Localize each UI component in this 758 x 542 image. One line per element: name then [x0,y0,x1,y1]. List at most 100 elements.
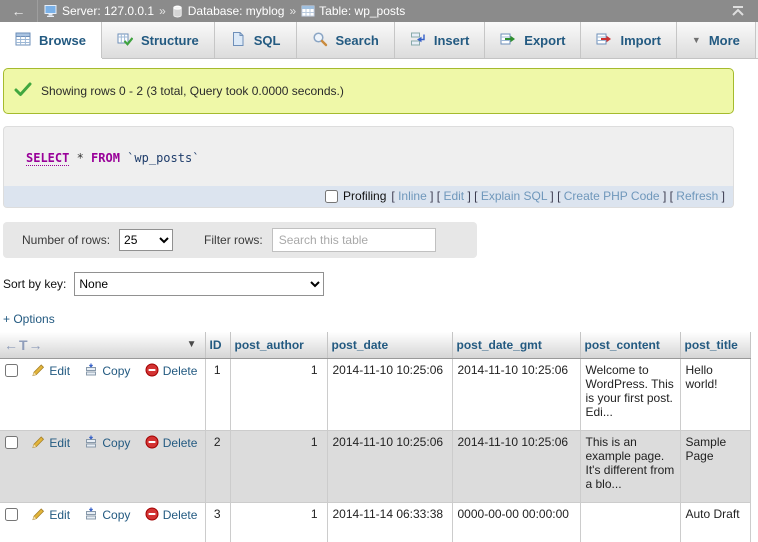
header-actions: ←T→ ▼ [0,332,205,359]
edit-link[interactable]: Edit [31,507,70,522]
profiling-link-edit[interactable]: Edit [443,189,464,203]
table-header-row: ←T→ ▼ ID post_author post_date post_date… [0,332,750,359]
table-row: Edit Copy Delete 3 1 2014-11-14 06:33:38… [0,503,750,542]
edit-link[interactable]: Edit [31,363,70,378]
sql-star: * [69,151,91,165]
tab-import[interactable]: Import [581,22,676,58]
row-order-arrows[interactable]: ←T→ [4,337,44,353]
profiling-link-refresh[interactable]: Refresh [676,189,718,203]
row-checkbox[interactable] [5,508,18,521]
tab-more[interactable]: ▼ More [677,22,756,58]
tab-sql[interactable]: SQL [215,22,297,58]
sql-query-box: SELECT * FROM `wp_posts` Profiling [ Inl… [3,126,734,208]
rows-filter-bar: Number of rows: 25 Filter rows: [3,222,477,258]
cell-post-author: 1 [230,431,327,503]
profiling-checkbox[interactable] [325,190,338,203]
breadcrumb-database[interactable]: Database: myblog [171,4,285,18]
tab-insert[interactable]: Insert [395,22,485,58]
bracket: ] [718,189,725,203]
breadcrumb-separator: » [289,4,296,18]
filter-rows-input[interactable] [272,228,436,252]
cell-post-content: Welcome to WordPress. This is your first… [580,359,680,431]
tab-export[interactable]: Export [485,22,581,58]
tab-browse[interactable]: Browse [0,22,102,58]
cell-id: 1 [205,359,230,431]
header-post-author[interactable]: post_author [230,332,327,359]
header-post-date-gmt[interactable]: post_date_gmt [452,332,580,359]
page-size-select[interactable]: 25 [119,229,173,251]
number-of-rows-label: Number of rows: [22,233,110,247]
pencil-icon [31,363,45,378]
tab-import-label: Import [620,33,660,48]
insert-icon [410,31,426,50]
table-icon [301,4,315,18]
profiling-link-explain-sql[interactable]: Explain SQL [481,189,547,203]
results-table: ←T→ ▼ ID post_author post_date post_date… [0,332,751,542]
tab-sql-label: SQL [254,33,281,48]
header-post-title[interactable]: post_title [680,332,750,359]
delete-icon [145,363,159,378]
sort-dropdown-icon[interactable]: ▼ [187,339,197,350]
cell-post-content: This is an example page. It's different … [580,431,680,503]
breadcrumb-table[interactable]: Table: wp_posts [301,4,405,18]
cell-post-date: 2014-11-10 10:25:06 [327,359,452,431]
collapse-icon[interactable] [730,5,746,17]
delete-link[interactable]: Delete [145,363,198,378]
status-message-text: Showing rows 0 - 2 (3 total, Query took … [41,84,344,98]
query-toolbar: Profiling [ Inline ] [ Edit ] [ Explain … [4,186,733,207]
copy-link[interactable]: Copy [84,507,130,522]
bracket: ] [464,189,471,203]
delete-link[interactable]: Delete [145,507,198,522]
tab-structure[interactable]: Structure [102,22,215,58]
tab-browse-label: Browse [39,33,86,48]
sql-keyword-select: SELECT [26,151,69,166]
profiling-link-create-php-code[interactable]: Create PHP Code [564,189,660,203]
sort-by-key-label: Sort by key: [3,277,66,291]
sql-icon [230,31,246,50]
back-arrow-button[interactable]: ← [0,0,38,22]
cell-post-date: 2014-11-10 10:25:06 [327,431,452,503]
tab-search-label: Search [336,33,379,48]
browse-icon [15,31,31,50]
cell-id: 2 [205,431,230,503]
breadcrumb-server[interactable]: Server: 127.0.0.1 [44,4,154,18]
copy-icon [84,435,98,450]
cell-post-date: 2014-11-14 06:33:38 [327,503,452,542]
bracket: [ [554,189,564,203]
bracket: [ [471,189,481,203]
profiling-link-inline[interactable]: Inline [398,189,427,203]
import-icon [596,31,612,50]
copy-icon [84,507,98,522]
delete-link[interactable]: Delete [145,435,198,450]
sort-key-select[interactable]: None [74,272,324,296]
export-icon [500,31,516,50]
sql-keyword-from: FROM [91,151,120,165]
profiling-label: Profiling [343,189,386,203]
breadcrumb-separator: » [159,4,166,18]
status-message: Showing rows 0 - 2 (3 total, Query took … [3,68,734,114]
structure-icon [117,31,133,50]
row-checkbox[interactable] [5,436,18,449]
pencil-icon [31,435,45,450]
cell-post-title: Auto Draft [680,503,750,542]
header-id[interactable]: ID [205,332,230,359]
edit-link[interactable]: Edit [31,435,70,450]
tab-bar: Browse Structure SQL Search Insert Expor… [0,22,758,59]
row-checkbox[interactable] [5,364,18,377]
cell-post-date-gmt: 0000-00-00 00:00:00 [452,503,580,542]
options-toggle-link[interactable]: + Options [3,312,55,326]
copy-icon [84,363,98,378]
header-post-date[interactable]: post_date [327,332,452,359]
cell-id: 3 [205,503,230,542]
cell-post-title: Hello world! [680,359,750,431]
copy-link[interactable]: Copy [84,363,130,378]
table-row: Edit Copy Delete 1 1 2014-11-10 10:25:06… [0,359,750,431]
header-post-content[interactable]: post_content [580,332,680,359]
copy-link[interactable]: Copy [84,435,130,450]
sort-key-row: Sort by key: None [3,272,758,296]
breadcrumb-database-label: Database: myblog [188,4,285,18]
tab-search[interactable]: Search [297,22,395,58]
tab-structure-label: Structure [141,33,199,48]
success-check-icon [14,82,32,100]
table-row: Edit Copy Delete 2 1 2014-11-10 10:25:06… [0,431,750,503]
